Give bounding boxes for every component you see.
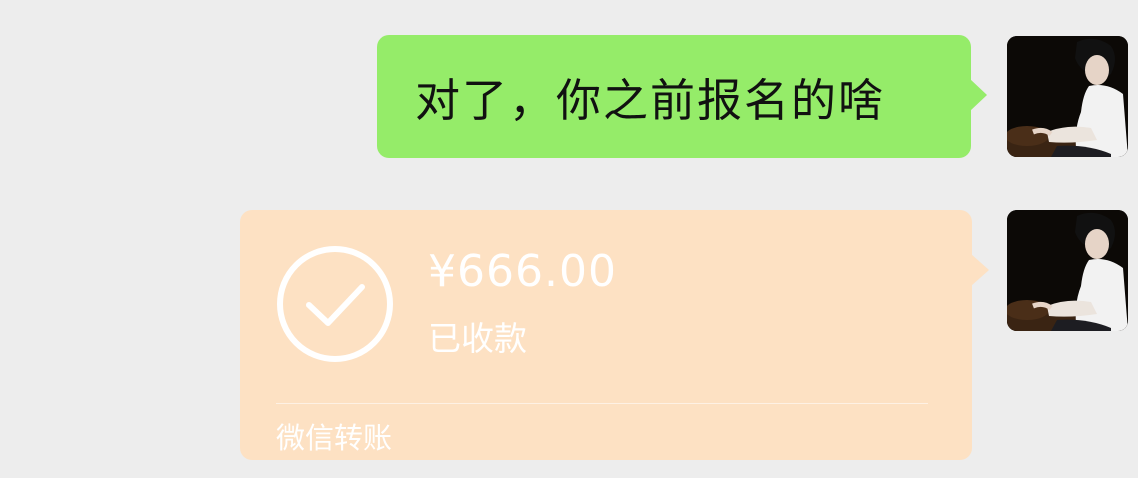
sender-avatar[interactable] <box>1007 36 1128 157</box>
sender-avatar-2[interactable] <box>1007 210 1128 331</box>
transfer-divider <box>276 403 928 404</box>
check-circle-icon <box>277 246 393 362</box>
chat-view: 对了，你之前报名的啥 ¥666.00 已收款 微信转账 <box>0 0 1138 478</box>
avatar-photo-icon <box>1007 36 1128 157</box>
transfer-amount: ¥666.00 <box>428 246 617 297</box>
text-message-bubble[interactable]: 对了，你之前报名的啥 <box>377 35 987 158</box>
text-message-content: 对了，你之前报名的啥 <box>415 74 886 127</box>
transfer-status: 已收款 <box>428 319 527 358</box>
transfer-footer-label: 微信转账 <box>276 421 393 455</box>
transfer-card[interactable]: ¥666.00 已收款 微信转账 <box>240 210 989 460</box>
avatar-photo-icon <box>1007 210 1128 331</box>
